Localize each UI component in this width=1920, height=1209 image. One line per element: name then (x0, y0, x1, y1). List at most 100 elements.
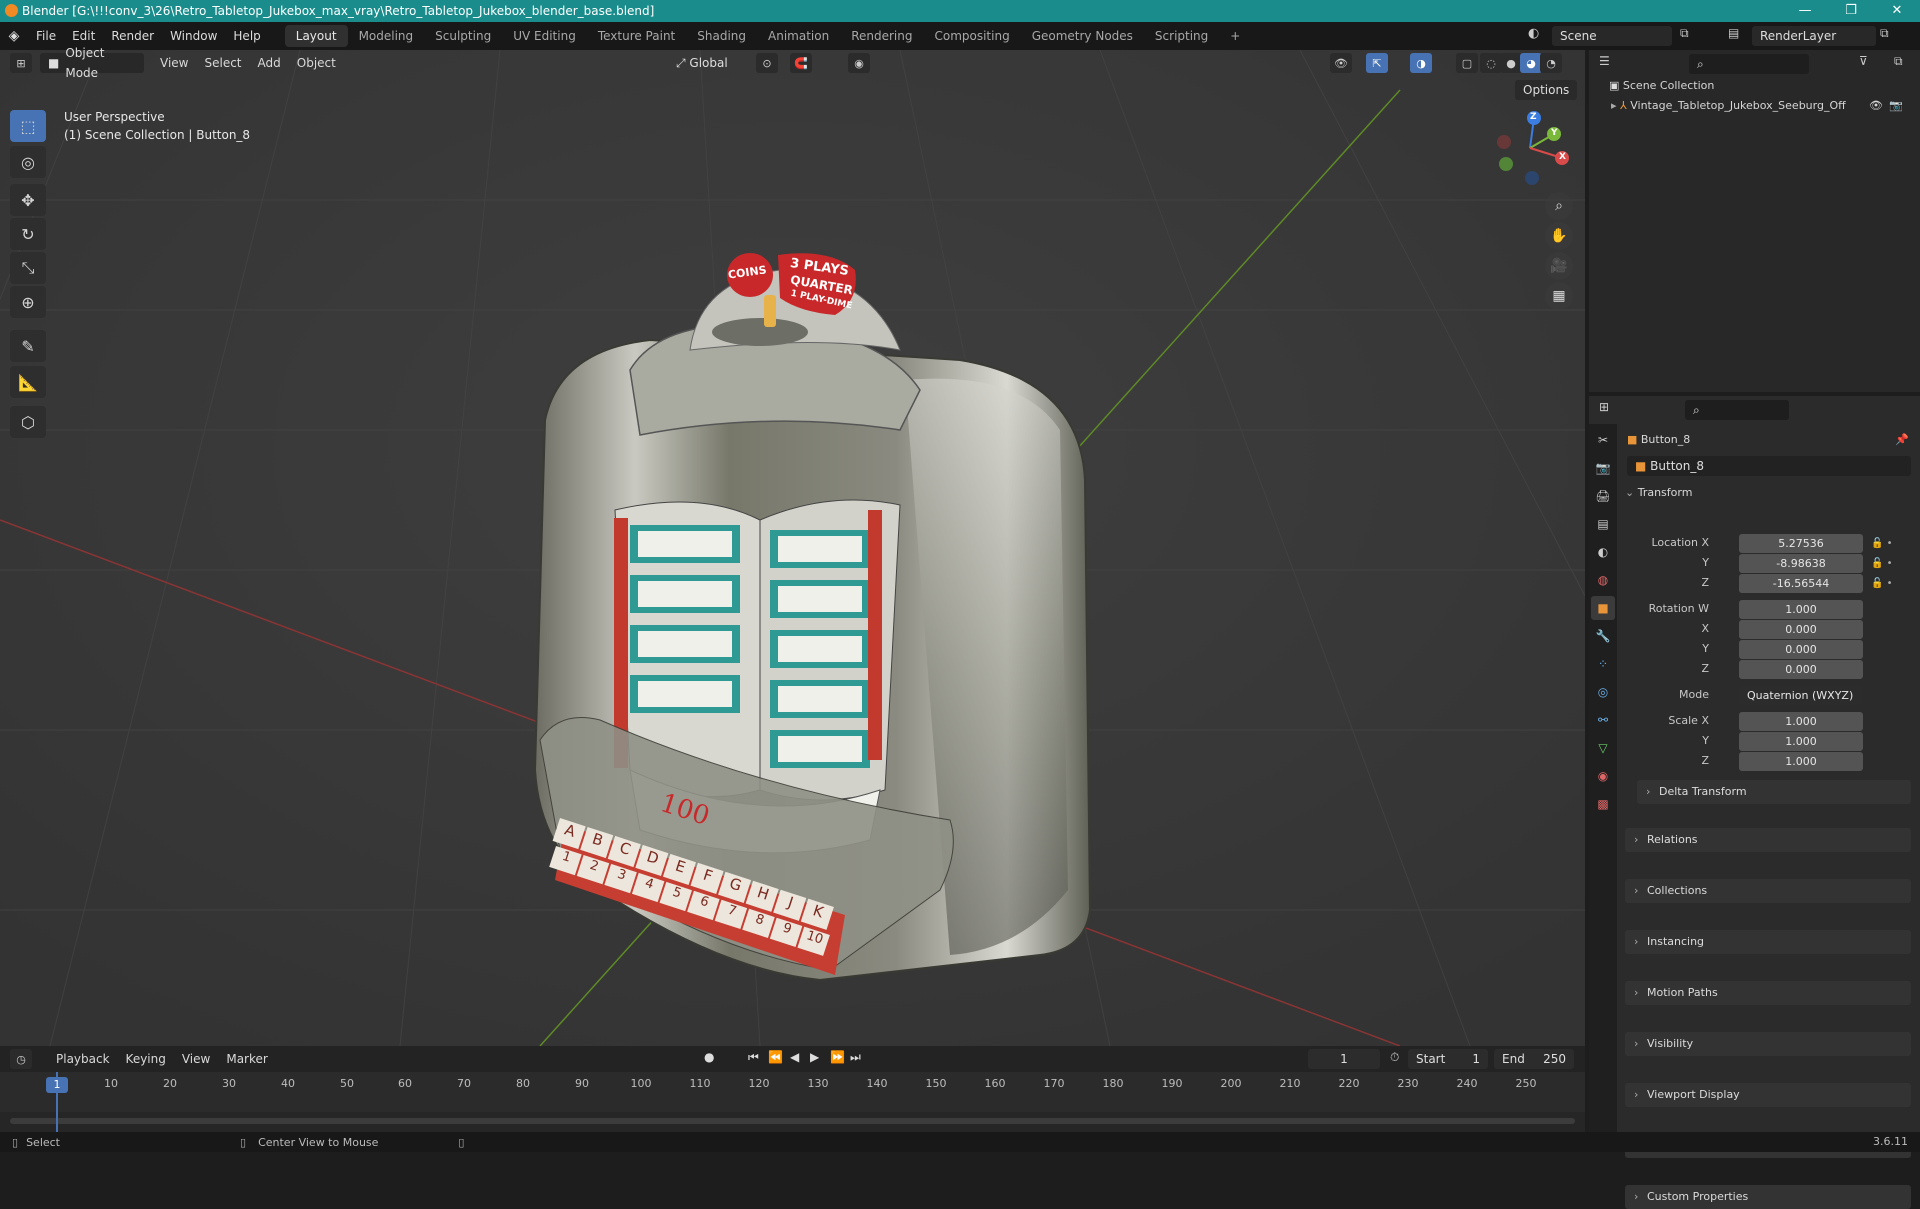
props-search[interactable]: ⌕ (1685, 400, 1789, 420)
tab-shading[interactable]: Shading (686, 25, 757, 47)
stopwatch-icon[interactable]: ⏱ (1390, 1050, 1399, 1065)
menu-playback[interactable]: Playback (48, 1052, 118, 1066)
cursor-tool[interactable]: ◎ (10, 146, 46, 178)
select-box-tool[interactable]: ⬚ (10, 110, 46, 142)
new-view-layer-icon[interactable]: ⧉ (1880, 26, 1889, 41)
visibility-icon[interactable]: 👁 (1330, 53, 1352, 73)
annotate-tool[interactable]: ✎ (10, 330, 46, 362)
delta-transform-panel[interactable]: Delta Transform (1637, 780, 1911, 804)
location-z-field[interactable]: -16.56544 (1739, 574, 1863, 593)
rotation-w-field[interactable]: 1.000 (1739, 600, 1863, 619)
tab-sculpting[interactable]: Sculpting (424, 25, 502, 47)
rotation-z-field[interactable]: 0.000 (1739, 660, 1863, 679)
current-frame-field[interactable]: 1 (1308, 1049, 1380, 1069)
rotation-y-field[interactable]: 0.000 (1739, 640, 1863, 659)
new-collection-icon[interactable]: ⧉ (1894, 54, 1903, 69)
pan-button[interactable]: ✋ (1545, 222, 1573, 250)
add-workspace-button[interactable]: + (1219, 25, 1251, 47)
menu-keying[interactable]: Keying (118, 1052, 174, 1066)
measure-tool[interactable]: 📐 (10, 366, 46, 398)
visibility-panel[interactable]: Visibility (1625, 1032, 1911, 1056)
outliner-display-mode-icon[interactable]: ☰ (1599, 54, 1610, 68)
rotation-mode-dropdown[interactable]: Quaternion (WXYZ)⌄ (1739, 686, 1863, 721)
modifier-tab-icon[interactable]: 🔧 (1591, 624, 1615, 648)
scene-icon[interactable]: ◐ (1528, 26, 1539, 41)
rotate-tool[interactable]: ↻ (10, 218, 46, 250)
menu-view[interactable]: View (152, 56, 196, 70)
view-layer-tab-icon[interactable]: ▤ (1591, 512, 1615, 536)
render-tab-icon[interactable]: 📷 (1591, 456, 1615, 480)
tab-geometry-nodes[interactable]: Geometry Nodes (1021, 25, 1144, 47)
tab-texture-paint[interactable]: Texture Paint (587, 25, 686, 47)
pin-icon[interactable]: 📌 (1895, 430, 1909, 450)
next-keyframe-icon[interactable]: ⏩ (830, 1050, 845, 1064)
props-editor-icon[interactable]: ⊞ (1599, 400, 1609, 414)
close-button[interactable]: ✕ (1874, 0, 1920, 22)
tab-rendering[interactable]: Rendering (840, 25, 923, 47)
tab-layout[interactable]: Layout (284, 25, 348, 47)
options-dropdown[interactable]: Options (1515, 80, 1578, 100)
data-name-field[interactable]: ■ Button_8 (1627, 456, 1911, 476)
lock-icon[interactable]: 🔓 • (1871, 534, 1911, 554)
relations-panel[interactable]: Relations (1625, 828, 1911, 852)
3d-viewport[interactable]: COINS 3 PLAYS QUARTER 1 PLAY-DIME 100 AB… (0, 50, 1585, 1046)
object-tab-icon[interactable]: ■ (1591, 596, 1615, 620)
jump-start-icon[interactable]: ⏮ (748, 1050, 759, 1065)
location-x-field[interactable]: 5.27536 (1739, 534, 1863, 553)
playhead-frame-badge[interactable]: 1 (46, 1077, 68, 1093)
menu-add[interactable]: Add (250, 56, 289, 70)
expand-arrow-icon[interactable]: ▸ (1611, 99, 1620, 112)
collections-panel[interactable]: Collections (1625, 879, 1911, 903)
menu-render[interactable]: Render (103, 29, 162, 43)
motion-paths-panel[interactable]: Motion Paths (1625, 981, 1911, 1005)
tool-tab-icon[interactable]: ✂ (1591, 428, 1615, 452)
menu-edit[interactable]: Edit (64, 29, 103, 43)
material-tab-icon[interactable]: ◉ (1591, 764, 1615, 788)
camera-render-icon[interactable]: 📷 (1889, 96, 1903, 116)
pivot-icon[interactable]: ⊙ (756, 53, 778, 73)
instancing-panel[interactable]: Instancing (1625, 930, 1911, 954)
overlay-toggle-icon[interactable]: ◑ (1410, 53, 1432, 73)
wireframe-shading-icon[interactable]: ◌ (1480, 53, 1502, 73)
eye-icon[interactable]: 👁 (1869, 96, 1883, 116)
scene-tab-icon[interactable]: ◐ (1591, 540, 1615, 564)
tab-modeling[interactable]: Modeling (348, 25, 425, 47)
menu-window[interactable]: Window (162, 29, 225, 43)
physics-tab-icon[interactable]: ◎ (1591, 680, 1615, 704)
new-scene-icon[interactable]: ⧉ (1680, 26, 1689, 41)
scale-tool[interactable]: ⤡ (10, 252, 46, 284)
tab-animation[interactable]: Animation (757, 25, 840, 47)
outliner-row-object[interactable]: ▸ ⅄ Vintage_Tabletop_Jukebox_Seeburg_Off… (1611, 96, 1916, 116)
xray-icon[interactable]: ▢ (1456, 53, 1478, 73)
menu-help[interactable]: Help (225, 29, 268, 43)
custom-properties-panel[interactable]: Custom Properties (1625, 1185, 1911, 1209)
menu-file[interactable]: File (28, 29, 64, 43)
menu-timeline-view[interactable]: View (174, 1052, 218, 1066)
menu-select[interactable]: Select (196, 56, 249, 70)
viewport-display-panel[interactable]: Viewport Display (1625, 1083, 1911, 1107)
material-shading-icon[interactable]: ◕ (1520, 53, 1542, 73)
tab-compositing[interactable]: Compositing (923, 25, 1020, 47)
jump-end-icon[interactable]: ⏭ (850, 1050, 861, 1065)
minimize-button[interactable]: — (1782, 0, 1828, 22)
transform-panel-header[interactable]: ⌄ Transform (1625, 482, 1911, 504)
menu-object[interactable]: Object (289, 56, 344, 70)
rendered-shading-icon[interactable]: ◔ (1540, 53, 1562, 73)
editor-type-icon[interactable]: ⊞ (10, 53, 32, 73)
start-frame-field[interactable]: Start 1 (1408, 1049, 1488, 1069)
outliner-search[interactable]: ⌕ (1689, 54, 1809, 74)
data-tab-icon[interactable]: ▽ (1591, 736, 1615, 760)
maximize-button[interactable]: ❐ (1828, 0, 1874, 22)
gizmo-toggle-icon[interactable]: ⇱ (1366, 53, 1388, 73)
snap-icon[interactable]: 🧲 (790, 53, 812, 73)
zoom-button[interactable]: ⌕ (1545, 192, 1573, 220)
tab-scripting[interactable]: Scripting (1144, 25, 1219, 47)
add-cube-tool[interactable]: ⬡ (10, 406, 46, 438)
ortho-toggle-button[interactable]: ▦ (1545, 282, 1573, 310)
timeline-editor-icon[interactable]: ◷ (10, 1049, 32, 1069)
prev-keyframe-icon[interactable]: ⏪ (768, 1050, 783, 1064)
particles-tab-icon[interactable]: ⁘ (1591, 652, 1615, 676)
scale-z-field[interactable]: 1.000 (1739, 752, 1863, 771)
scale-x-field[interactable]: 1.000 (1739, 712, 1863, 731)
view-layer-field[interactable]: RenderLayer (1752, 26, 1876, 46)
